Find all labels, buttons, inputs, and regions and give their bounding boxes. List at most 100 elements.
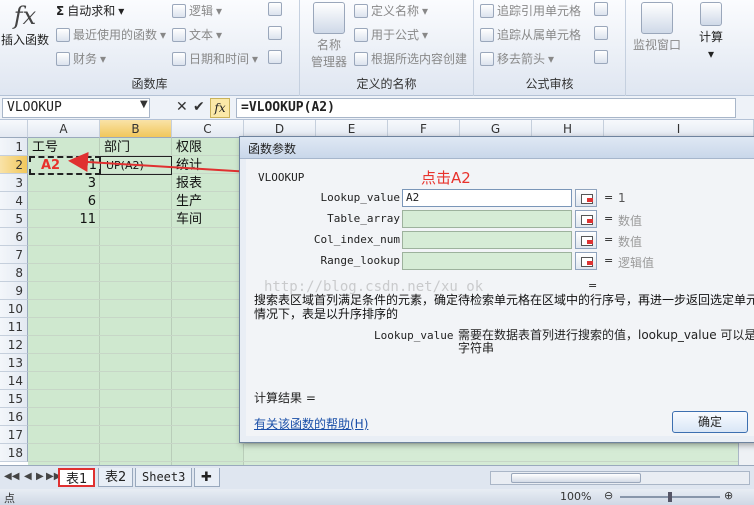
cell-a5[interactable]: 11 — [29, 211, 99, 229]
formula-input[interactable]: =VLOOKUP(A2) — [236, 98, 736, 118]
evaluate-formula-button[interactable] — [594, 50, 608, 64]
tab-sheet3[interactable]: Sheet3 — [135, 468, 193, 487]
row-header-7[interactable]: 7 — [0, 246, 28, 264]
name-manager-icon — [313, 2, 345, 34]
insert-sheet-button[interactable]: ✚ — [194, 468, 220, 487]
formula-bar: VLOOKUP ▼ ✕ ✔ fx =VLOOKUP(A2) — [0, 96, 754, 120]
lookup-value-input[interactable]: A2 — [402, 189, 572, 207]
ok-button[interactable]: 确定 — [672, 411, 748, 433]
define-name-button[interactable]: 定义名称 ▾ — [354, 2, 428, 19]
next-sheet-icon[interactable]: ▶ — [36, 471, 44, 482]
row-header-1[interactable]: 1 — [0, 138, 28, 156]
logical-button[interactable]: 逻辑 ▾ — [172, 2, 222, 19]
name-box[interactable]: VLOOKUP — [2, 98, 150, 118]
row-header-4[interactable]: 4 — [0, 192, 28, 210]
trace-dependents-button[interactable]: 追踪从属单元格 — [480, 26, 581, 43]
insert-function-button[interactable]: fx 插入函数 — [1, 2, 49, 48]
cell-a4[interactable]: 6 — [29, 193, 99, 211]
cell-c1[interactable]: 权限 — [173, 139, 243, 157]
watch-window-button[interactable]: 监视窗口 — [630, 2, 684, 53]
col-index-num-input[interactable] — [402, 231, 572, 249]
chevron-down-icon[interactable]: ▼ — [140, 99, 148, 110]
row-header-13[interactable]: 13 — [0, 354, 28, 372]
math-button[interactable] — [268, 26, 282, 40]
error-check-button[interactable] — [594, 26, 608, 40]
show-formulas-button[interactable] — [594, 2, 608, 16]
cell-b1[interactable]: 部门 — [101, 139, 171, 157]
help-link[interactable]: 有关该函数的帮助(H) — [254, 415, 368, 432]
first-sheet-icon[interactable]: ◀◀ — [4, 471, 19, 482]
row-header-16[interactable]: 16 — [0, 408, 28, 426]
zoom-in-icon[interactable]: ⊕ — [724, 489, 733, 502]
row-header-18[interactable]: 18 — [0, 444, 28, 462]
logic-icon — [172, 3, 186, 18]
recent-functions-button[interactable]: 最近使用的函数 ▾ — [56, 26, 166, 43]
cancel-icon[interactable]: ✕ — [176, 99, 188, 115]
range-select-icon[interactable] — [575, 210, 597, 228]
table-array-input[interactable] — [402, 210, 572, 228]
range-select-icon[interactable] — [575, 231, 597, 249]
column-header-c[interactable]: C — [172, 120, 244, 138]
chevron-down-icon: ▾ — [548, 51, 555, 66]
insert-function-fx-button[interactable]: fx — [210, 98, 230, 118]
row-header-11[interactable]: 11 — [0, 318, 28, 336]
lookup-button[interactable] — [268, 2, 282, 16]
row-header-3[interactable]: 3 — [0, 174, 28, 192]
dialog-body: VLOOKUP 点击A2 http://blog.csdn.net/xu_ok … — [246, 159, 754, 436]
column-header-b[interactable]: B — [100, 120, 172, 138]
column-header-a[interactable]: A — [28, 120, 100, 138]
star-icon — [56, 27, 70, 42]
row-header-17[interactable]: 17 — [0, 426, 28, 444]
range-lookup-input[interactable] — [402, 252, 572, 270]
cell-c5[interactable]: 车间 — [173, 211, 243, 229]
row-header-10[interactable]: 10 — [0, 300, 28, 318]
scroll-thumb[interactable] — [511, 473, 641, 483]
create-from-selection-button[interactable]: 根据所选内容创建 — [354, 50, 467, 67]
check-icon[interactable]: ✔ — [193, 99, 205, 115]
defined-names-group: 名称 管理器 定义名称 ▾ 用于公式 ▾ 根据所选内容创建 定义的名称 — [300, 0, 474, 96]
arg-label: Table_array — [327, 212, 400, 225]
dialog-title[interactable]: 函数参数 — [240, 137, 754, 159]
more-functions-button[interactable] — [268, 50, 282, 64]
horizontal-scrollbar[interactable] — [490, 471, 750, 485]
tab-sheet1[interactable]: 表1 — [58, 468, 96, 487]
calculate-button[interactable]: 计算 ▾ — [694, 2, 728, 61]
status-bar: 点 100% ⊖ ⊕ — [0, 489, 754, 505]
cell-c3[interactable]: 报表 — [173, 175, 243, 193]
row-header-15[interactable]: 15 — [0, 390, 28, 408]
row-header-6[interactable]: 6 — [0, 228, 28, 246]
text-button[interactable]: 文本 ▾ — [172, 26, 222, 43]
param-description: 需要在数据表首列进行搜索的值，lookup_value 可以是 字符串 — [458, 328, 754, 355]
remove-arrows-button[interactable]: 移去箭头 ▾ — [480, 50, 554, 67]
zoom-slider-thumb[interactable] — [668, 492, 672, 502]
reference-marquee-a2 — [29, 156, 101, 175]
cell-a1[interactable]: 工号 — [29, 139, 99, 157]
cell-c2[interactable]: 统计 — [173, 157, 243, 175]
cell-c4[interactable]: 生产 — [173, 193, 243, 211]
result-equals: = — [588, 279, 598, 292]
tab-sheet2[interactable]: 表2 — [98, 468, 134, 487]
zoom-level[interactable]: 100% — [560, 490, 591, 503]
datetime-button[interactable]: 日期和时间 ▾ — [172, 50, 258, 67]
show-formulas-icon — [594, 2, 608, 16]
use-in-formula-button[interactable]: 用于公式 ▾ — [354, 26, 428, 43]
row-header-5[interactable]: 5 — [0, 210, 28, 228]
math-icon — [268, 26, 282, 40]
row-header-9[interactable]: 9 — [0, 282, 28, 300]
autosum-button[interactable]: Σ 自动求和 ▾ — [56, 2, 124, 19]
row-header-2[interactable]: 2 — [0, 156, 28, 174]
name-manager-button[interactable]: 名称 管理器 — [306, 2, 352, 70]
row-header-8[interactable]: 8 — [0, 264, 28, 282]
select-all-corner[interactable] — [0, 120, 28, 138]
range-select-icon[interactable] — [575, 252, 597, 270]
trace-precedents-button[interactable]: 追踪引用单元格 — [480, 2, 581, 19]
prev-sheet-icon[interactable]: ◀ — [24, 471, 32, 482]
range-select-icon[interactable] — [575, 189, 597, 207]
zoom-out-icon[interactable]: ⊖ — [604, 489, 613, 502]
click-hint: 点击A2 — [421, 169, 471, 187]
row-header-12[interactable]: 12 — [0, 336, 28, 354]
chevron-down-icon: ▾ — [422, 3, 429, 18]
row-header-14[interactable]: 14 — [0, 372, 28, 390]
cell-a3[interactable]: 3 — [29, 175, 99, 193]
financial-button[interactable]: 财务 ▾ — [56, 50, 106, 67]
